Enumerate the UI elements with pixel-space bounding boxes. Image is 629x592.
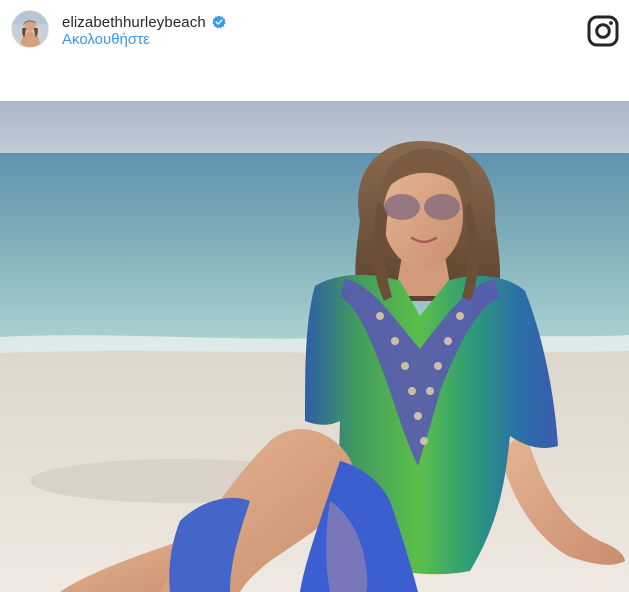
username-link[interactable]: elizabethhurleybeach	[62, 14, 206, 31]
avatar-image	[12, 11, 48, 47]
follow-button[interactable]: Ακολουθήστε	[62, 31, 150, 48]
post-header: elizabethhurleybeach Ακολουθήστε	[0, 0, 629, 101]
username-row: elizabethhurleybeach	[62, 12, 226, 32]
beach-photo	[0, 101, 629, 592]
post-photo[interactable]	[0, 101, 629, 592]
verified-badge-icon	[212, 15, 226, 29]
avatar[interactable]	[11, 10, 49, 48]
instagram-icon[interactable]	[587, 15, 619, 47]
